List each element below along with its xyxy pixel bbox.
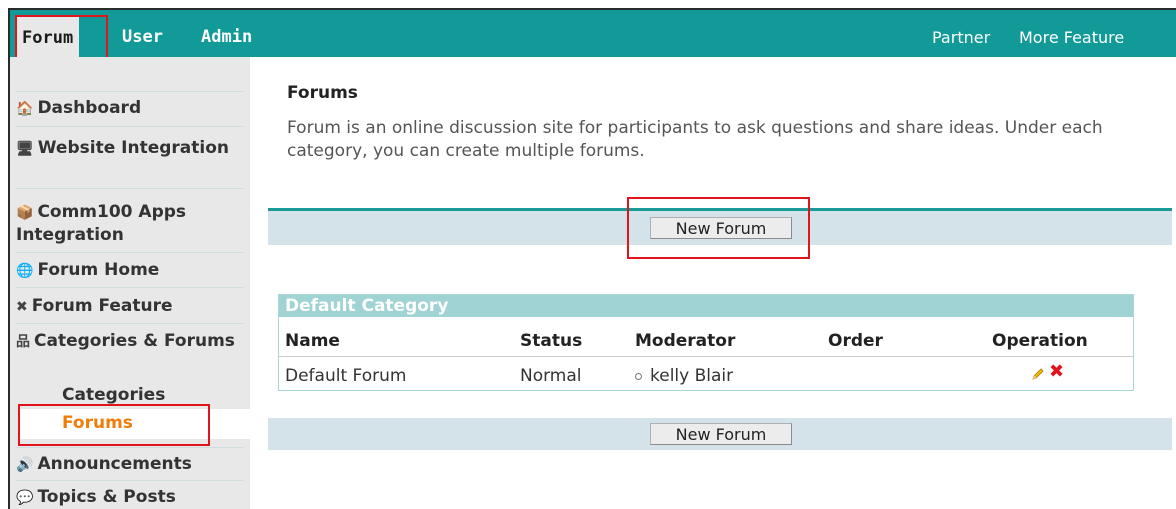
speaker-icon: 🔊 <box>16 457 34 473</box>
top-navigation: Forum User Admin Partner More Feature <box>10 10 1176 57</box>
sidebar-divider <box>16 323 244 324</box>
bullet-icon <box>635 372 642 380</box>
category-table: Default Category Name Status Moderator O… <box>278 294 1134 391</box>
sidebar-item-label: Categories & Forums <box>34 331 235 351</box>
frame-left <box>0 0 8 509</box>
nav-partner[interactable]: Partner <box>932 10 990 57</box>
sidebar-divider <box>16 91 244 92</box>
column-header-name: Name <box>285 331 340 351</box>
sidebar-subitem-categories[interactable]: Categories <box>62 385 165 405</box>
sidebar-divider <box>16 126 244 127</box>
forum-moderator-cell: kelly Blair <box>635 366 733 386</box>
moderator-name: kelly Blair <box>650 366 734 386</box>
column-header-order: Order <box>828 331 883 351</box>
sidebar-item-label: Topics & Posts <box>37 487 176 507</box>
sidebar-divider <box>16 480 244 481</box>
nav-more-feature[interactable]: More Feature <box>1019 10 1124 57</box>
forum-name-cell[interactable]: Default Forum <box>285 366 406 386</box>
sidebar-item-label: Dashboard <box>37 98 142 118</box>
sidebar-item-website-integration[interactable]: 🖥 Website Integration <box>16 137 236 160</box>
highlight-forum-tab <box>15 15 108 60</box>
sidebar-divider <box>16 252 244 253</box>
page-description: Forum is an online discussion site for p… <box>287 118 1103 161</box>
frame-border-top <box>8 8 1176 10</box>
sidebar-divider <box>16 188 244 189</box>
sidebar-item-dashboard[interactable]: 🏠 Dashboard <box>16 97 236 120</box>
sidebar-gap <box>250 57 262 509</box>
sidebar-item-label: Announcements <box>37 454 192 474</box>
sidebar-item-announcements[interactable]: 🔊 Announcements <box>16 453 236 476</box>
sidebar-item-forum-home[interactable]: 🌐 Forum Home <box>16 259 236 282</box>
page-title: Forums <box>287 83 358 103</box>
website-icon: 🖥 <box>16 141 34 157</box>
column-header-moderator: Moderator <box>635 331 736 351</box>
delete-icon[interactable]: ✖ <box>1049 363 1064 381</box>
posts-icon: 💬 <box>16 490 34 506</box>
category-header: Default Category <box>279 295 1133 317</box>
highlight-new-forum-button <box>627 197 810 259</box>
nav-admin[interactable]: Admin <box>201 10 252 57</box>
sidebar-item-label: Website Integration <box>37 138 229 158</box>
sidebar-item-label: Comm100 Apps Integration <box>16 202 187 245</box>
sidebar-divider <box>16 447 244 448</box>
sidebar-item-topics-posts[interactable]: 💬 Topics & Posts <box>16 486 236 509</box>
tools-icon: ✖ <box>16 299 28 315</box>
sidebar-item-categories-forums[interactable]: 品 Categories & Forums <box>16 330 236 353</box>
sidebar-divider <box>16 287 244 288</box>
sidebar-item-apps-integration[interactable]: 📦 Comm100 Apps Integration <box>16 201 236 246</box>
hierarchy-icon: 品 <box>16 334 30 350</box>
frame-top <box>0 0 1176 8</box>
forum-status-cell: Normal <box>520 366 582 386</box>
globe-icon: 🌐 <box>16 263 34 279</box>
apps-icon: 📦 <box>16 205 34 221</box>
sidebar-item-label: Forum Home <box>37 260 160 280</box>
home-icon: 🏠 <box>16 101 34 117</box>
column-header-status: Status <box>520 331 583 351</box>
sidebar-item-label: Forum Feature <box>31 296 173 316</box>
row-separator <box>279 356 1133 357</box>
toolbar-bottom: New Forum <box>268 418 1172 450</box>
sidebar-item-forum-feature[interactable]: ✖ Forum Feature <box>16 295 236 318</box>
column-header-operation: Operation <box>992 331 1088 351</box>
highlight-forums-subitem <box>18 404 210 446</box>
edit-pencil-icon[interactable] <box>1031 367 1045 381</box>
new-forum-button-bottom[interactable]: New Forum <box>650 423 792 445</box>
nav-user[interactable]: User <box>122 10 163 57</box>
